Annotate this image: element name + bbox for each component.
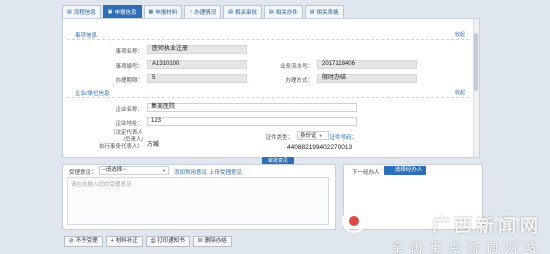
materials-icon: ▦: [148, 9, 154, 15]
select-handler-button[interactable]: 👤选择经办人: [384, 166, 427, 175]
approval-icon: ▤: [228, 9, 234, 15]
tab-process-status[interactable]: ◔ 办理情况: [184, 5, 222, 18]
add-common-opinion-link[interactable]: 添加常用意见: [174, 168, 207, 176]
enterprise-section-title: 企业/单位信息: [75, 91, 110, 97]
forms-icon: ▤: [309, 9, 315, 15]
enterprise-address-label: 企业地址：: [115, 121, 143, 127]
legal-rep-label-line: 执行事务代表人）: [98, 144, 143, 150]
print-notice-button[interactable]: ⎙ 打印通知书: [145, 236, 190, 247]
reject-label: 不予受理: [75, 238, 98, 244]
tab-related-cases[interactable]: ▤ 相关办件: [264, 5, 303, 18]
supplement-button[interactable]: + 材料补正: [105, 236, 143, 247]
select-handler-label: 选择经办人: [394, 167, 423, 173]
matter-section-title: 事项信息: [75, 33, 98, 39]
tab-label: 相关审批: [235, 10, 258, 16]
divider: [67, 39, 469, 40]
cases-icon: ▤: [269, 9, 274, 15]
review-opinion-panel: 受理意见： --请选择-- ▼ 添加常用意见 上传受理意见 请在此输入您的受理意见: [62, 164, 336, 230]
user-icon: 👤: [388, 167, 395, 173]
scrollbar-thumb[interactable]: [474, 33, 478, 91]
declare-info-panel: 事项信息 收起 事项名称： 医师执业注册 事项编号： A1310100 业务流水…: [62, 18, 480, 158]
limit-value: 5: [147, 74, 247, 83]
tab-label: 申报信息: [114, 10, 137, 16]
limit-label: 办理期限：: [115, 78, 143, 84]
opinion-label: 受理意见：: [69, 170, 97, 176]
flow-icon: ▤: [67, 9, 72, 15]
opinion-select[interactable]: --请选择-- ▼: [99, 166, 169, 175]
opinion-textarea[interactable]: 请在此输入您的受理意见: [67, 177, 329, 225]
next-handler-label: 下一经办人: [352, 170, 380, 176]
tab-flow-info[interactable]: ▤ 流程信息: [62, 5, 101, 18]
chevron-down-icon: ▼: [162, 168, 166, 173]
id-type-select[interactable]: 身份证 ▼: [297, 131, 329, 140]
matter-name-value: 医师执业注册: [147, 45, 247, 54]
matter-code-label: 事项编号：: [115, 64, 143, 70]
matter-code-value: A1310100: [147, 60, 247, 69]
watermark-url: www.gxnews.com.cn: [494, 217, 536, 222]
enterprise-name-label: 企业名称：: [115, 107, 143, 113]
delete-finish-label: 删除办结: [204, 238, 227, 244]
plus-icon: +: [110, 238, 114, 244]
serial-value: 2017118406: [317, 60, 417, 69]
serial-label: 业务流水号：: [279, 64, 313, 70]
tab-label: 相关办件: [275, 10, 298, 16]
legal-rep-label-line: （法定代表人: [109, 130, 143, 136]
tab-label: 办理情况: [194, 10, 217, 16]
matter-name-label: 事项名称：: [115, 49, 143, 55]
declare-icon: ▣: [107, 9, 113, 15]
block-icon: ⊘: [69, 238, 74, 244]
delete-icon: ☒: [197, 238, 203, 244]
enterprise-address-field[interactable]: 123: [147, 117, 357, 126]
tab-label: 流程信息: [73, 10, 96, 16]
tab-declare-materials[interactable]: ▦ 申报材料: [143, 5, 183, 18]
supplement-label: 材料补正: [115, 238, 138, 244]
id-type-label: 证件类型：: [265, 135, 293, 141]
upload-opinion-link[interactable]: 上传受理意见: [209, 168, 242, 176]
divider: [67, 97, 469, 98]
id-number-label: 证件号码：: [329, 135, 357, 141]
print-icon: ⎙: [150, 238, 156, 244]
tab-bar: ▤ 流程信息 ▣ 申报信息 ▦ 申报材料 ◔ 办理情况 ▤ 相关审批 ▤ 相关办件 ▤ 相关表…: [62, 5, 344, 18]
method-label: 办理方式：: [285, 78, 313, 84]
enterprise-collapse-link[interactable]: 收起: [455, 89, 465, 96]
legal-rep-label-line: /负责人/: [123, 137, 143, 143]
delete-finish-button[interactable]: ☒ 删除办结: [192, 236, 232, 247]
enterprise-name-field[interactable]: 集美医院: [147, 103, 357, 112]
chevron-down-icon: ▼: [318, 133, 323, 138]
tab-related-approval[interactable]: ▤ 相关审批: [223, 5, 263, 18]
process-icon: ◔: [189, 9, 193, 15]
scrollbar[interactable]: [473, 19, 479, 157]
method-value: 限时办结: [317, 74, 417, 83]
tab-related-forms[interactable]: ▤ 相关表格: [304, 5, 344, 18]
reject-button[interactable]: ⊘ 不予受理: [64, 236, 103, 247]
id-number-value: 440882199402270013: [287, 144, 353, 151]
legal-rep-label: （法定代表人 /负责人/ 执行事务代表人）: [99, 130, 143, 151]
watermark-subtitle: 全国重点新闻网站: [392, 241, 544, 254]
id-type-value: 身份证: [300, 133, 317, 139]
next-handler-panel: 下一经办人 👤选择经办人: [343, 164, 483, 230]
print-notice-label: 打印通知书: [157, 238, 185, 244]
tab-label: 相关表格: [316, 10, 339, 16]
tab-declare-info[interactable]: ▣ 申报信息: [102, 5, 142, 18]
action-bar: ⊘ 不予受理 + 材料补正 ⎙ 打印通知书 ☒ 删除办结: [64, 236, 232, 247]
opinion-select-value: --请选择--: [102, 167, 126, 173]
legal-rep-value: 方臧: [147, 142, 160, 148]
tab-label: 申报材料: [155, 10, 178, 16]
matter-collapse-link[interactable]: 收起: [455, 31, 465, 38]
